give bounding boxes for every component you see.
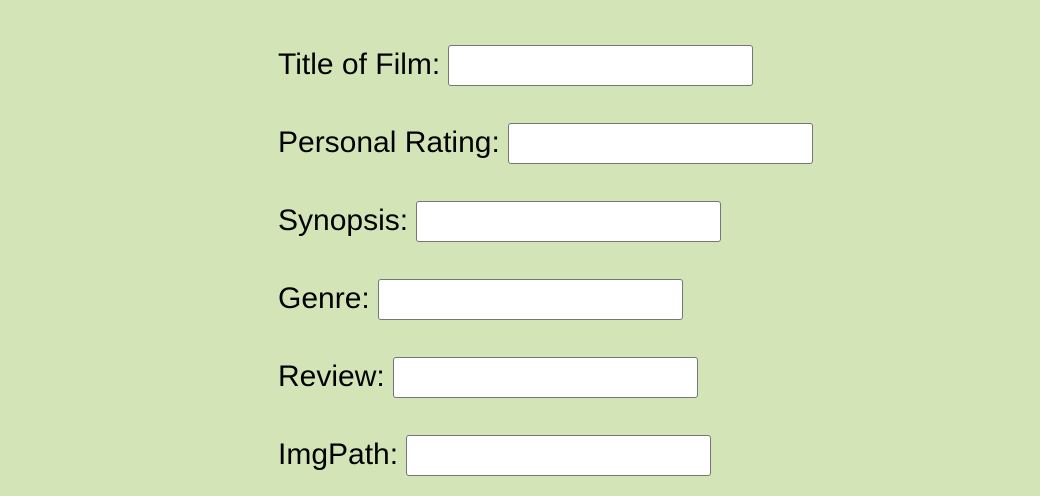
rating-input[interactable]	[507, 122, 813, 164]
film-form: Title of Film: Personal Rating: Synopsis…	[278, 44, 813, 476]
genre-input[interactable]	[377, 278, 683, 320]
field-row-imgpath: ImgPath:	[278, 434, 813, 476]
synopsis-label: Synopsis:	[278, 204, 409, 237]
imgpath-label: ImgPath:	[278, 438, 399, 471]
field-row-title: Title of Film:	[278, 44, 813, 86]
rating-label: Personal Rating:	[278, 126, 500, 159]
review-input[interactable]	[392, 356, 698, 398]
title-label: Title of Film:	[278, 48, 441, 81]
field-row-genre: Genre:	[278, 278, 813, 320]
review-label: Review:	[278, 360, 385, 393]
title-input[interactable]	[448, 44, 754, 86]
field-row-review: Review:	[278, 356, 813, 398]
imgpath-input[interactable]	[406, 434, 712, 476]
genre-label: Genre:	[278, 282, 370, 315]
field-row-synopsis: Synopsis:	[278, 200, 813, 242]
synopsis-input[interactable]	[416, 200, 722, 242]
field-row-rating: Personal Rating:	[278, 122, 813, 164]
